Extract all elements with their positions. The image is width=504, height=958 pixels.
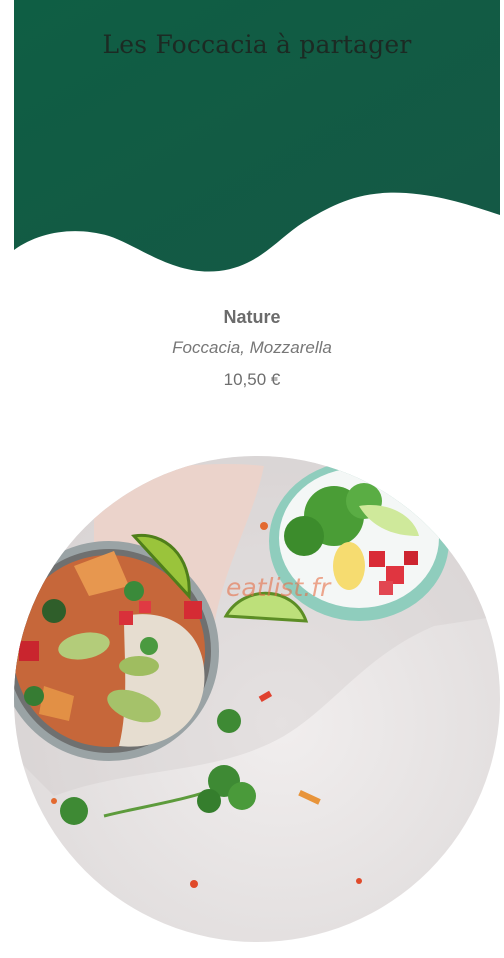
menu-page: Les Foccacia à partager Nature Foccacia,…: [0, 0, 504, 958]
section-title: Les Foccacia à partager: [102, 30, 412, 59]
food-photo: [14, 456, 500, 942]
menu-item: Nature Foccacia, Mozzarella 10,50 €: [0, 305, 504, 391]
item-name: Nature: [223, 307, 281, 327]
item-price: 10,50 €: [223, 370, 281, 389]
header-banner: Les Foccacia à partager: [14, 0, 500, 280]
watermark-text: eatlist.fr: [226, 573, 331, 602]
item-description: Foccacia, Mozzarella: [172, 338, 332, 357]
